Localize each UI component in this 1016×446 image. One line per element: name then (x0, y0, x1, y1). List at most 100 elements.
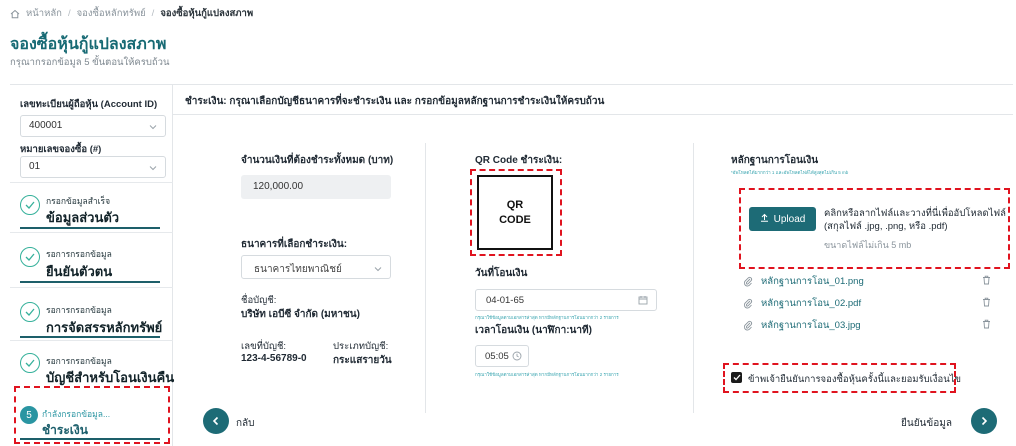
file-name[interactable]: หลักฐานการโอน_03.jpg (761, 318, 861, 333)
account-type-value: กระแสรายวัน (333, 355, 392, 366)
chevron-down-icon (374, 264, 382, 275)
upload-icon (760, 213, 769, 225)
column-divider (425, 143, 426, 413)
trash-icon[interactable] (982, 297, 991, 310)
bank-select[interactable]: ธนาคารไทยพาณิชย์ (241, 255, 391, 279)
check-circle-icon (20, 247, 40, 267)
breadcrumb: หน้าหลัก / จองซื้อหลักทรัพย์ / จองซื้อหุ… (10, 6, 253, 21)
page-subtitle: กรุณากรอกข้อมูล 5 ขั้นตอนให้ครบถ้วน (10, 57, 170, 68)
upload-button[interactable]: Upload (749, 207, 816, 231)
transfer-date-label: วันที่โอนเงิน (475, 268, 528, 279)
transfer-date-input[interactable]: 04-01-65 (475, 289, 657, 311)
account-id-value: 400001 (29, 120, 63, 131)
main-card: เลขทะเบียนผู้ถือหุ้น (Account ID) 400001… (10, 84, 1013, 446)
calendar-icon[interactable] (638, 295, 648, 308)
transfer-time-input[interactable]: 05:05 (475, 345, 529, 367)
page-title: จองซื้อหุ้นกู้แปลงสภาพ (10, 36, 167, 53)
step-refund-account[interactable]: รอการกรอกข้อมูล บัญชีสำหรับโอนเงินคืน (10, 340, 175, 386)
amount-field: 120,000.00 (241, 175, 391, 199)
step-status: รอการกรอกข้อมูล (46, 249, 112, 259)
breadcrumb-current: จองซื้อหุ้นกู้แปลงสภาพ (160, 8, 254, 19)
qr-label: QR Code ชำระเงิน: (475, 155, 563, 166)
account-name-value: บริษัท เอบีซี จำกัด (มหาชน) (241, 309, 360, 320)
upload-dropzone-text[interactable]: คลิกหรือลากไฟล์และวางที่นี่เพื่ออัปโหลดไ… (824, 207, 1006, 233)
payment-content: ชำระเงิน: กรุณาเลือกบัญชีธนาคารที่จะชำระ… (173, 85, 1013, 446)
next-button[interactable] (971, 408, 997, 434)
chevron-down-icon (149, 122, 157, 133)
account-id-select[interactable]: 400001 (20, 115, 166, 137)
confirm-data-label[interactable]: ยืนยันข้อมูล (901, 416, 952, 431)
step-verify-identity[interactable]: รอการกรอกข้อมูล ยืนยันตัวตน (10, 232, 173, 287)
qr-text: QR (506, 198, 524, 211)
step-underline (20, 336, 160, 338)
step-title: ยืนยันตัวตน (46, 264, 113, 279)
order-number-label: หมายเลขจองซื้อ (#) (20, 144, 102, 155)
step-underline (20, 227, 160, 229)
qr-text: CODE (499, 213, 531, 226)
check-circle-icon (20, 302, 40, 322)
divider (173, 114, 1013, 115)
file-name[interactable]: หลักฐานการโอน_02.pdf (761, 296, 861, 311)
transfer-time-hint: กรุณาใช้ข้อมูลตามเอกสารล่าสุด หากมีหลักฐ… (475, 372, 619, 377)
chevron-left-icon (212, 416, 219, 426)
transfer-date-hint: กรุณาใช้ข้อมูลตามเอกสารล่าสุด หากมีหลักฐ… (475, 315, 619, 320)
evidence-label: หลักฐานการโอนเงิน (731, 155, 819, 166)
transfer-date-value: 04-01-65 (486, 295, 525, 306)
step-underline (20, 438, 160, 440)
step-status: กรอกข้อมูลสำเร็จ (46, 196, 111, 206)
order-number-value: 01 (29, 161, 41, 172)
paperclip-icon (743, 298, 757, 309)
evidence-hint: *อัพโหลดได้มากกว่า 1 และอัพโหลดไฟล์ได้สู… (731, 170, 849, 175)
file-name[interactable]: หลักฐานการโอน_01.png (761, 274, 864, 289)
step-title: การจัดสรรหลักทรัพย์ (46, 320, 163, 335)
step-underline (20, 281, 160, 283)
file-item[interactable]: หลักฐานการโอน_02.pdf (743, 296, 991, 310)
file-item[interactable]: หลักฐานการโอน_03.jpg (743, 318, 991, 332)
breadcrumb-level2[interactable]: จองซื้อหลักทรัพย์ (77, 6, 146, 21)
step-status: รอการกรอกข้อมูล (46, 356, 112, 366)
chevron-down-icon (149, 163, 157, 174)
step-securities-allocation[interactable]: รอการกรอกข้อมูล การจัดสรรหลักทรัพย์ (10, 287, 173, 340)
check-circle-icon (20, 195, 40, 215)
transfer-time-label: เวลาโอนเงิน (นาฬิกา:นาที) (475, 325, 592, 336)
paperclip-icon (743, 320, 757, 331)
step-number-badge: 5 (20, 406, 38, 424)
step-status: กำลังกรอกข้อมูล... (42, 409, 111, 419)
back-label[interactable]: กลับ (236, 416, 255, 431)
bank-value: ธนาคารไทยพาณิชย์ (254, 264, 342, 275)
breadcrumb-home[interactable]: หน้าหลัก (26, 6, 62, 21)
account-id-label: เลขทะเบียนผู้ถือหุ้น (Account ID) (20, 99, 158, 110)
chevron-right-icon (981, 416, 988, 426)
confirm-label[interactable]: ข้าพเจ้ายืนยันการจองซื้อหุ้นครั้งนี้และย… (748, 372, 961, 387)
back-button[interactable] (203, 408, 229, 434)
account-type-label: ประเภทบัญชี: (333, 341, 389, 352)
column-divider (693, 143, 694, 413)
upload-button-label: Upload (773, 213, 806, 225)
payment-header: ชำระเงิน: กรุณาเลือกบัญชีธนาคารที่จะชำระ… (185, 96, 605, 107)
sidebar: เลขทะเบียนผู้ถือหุ้น (Account ID) 400001… (10, 85, 175, 446)
account-name-label: ชื่อบัญชี: (241, 295, 277, 306)
upload-file-types: (สกุลไฟล์ .jpg, .png, หรือ .pdf) (824, 221, 948, 232)
check-circle-icon (20, 353, 40, 373)
step-title: ข้อมูลส่วนตัว (46, 210, 120, 225)
breadcrumb-separator: / (67, 8, 71, 19)
step-title: บัญชีสำหรับโอนเงินคืน (46, 370, 175, 385)
step-personal-info[interactable]: กรอกข้อมูลสำเร็จ ข้อมูลส่วนตัว (10, 182, 173, 232)
trash-icon[interactable] (982, 319, 991, 332)
amount-label: จำนวนเงินที่ต้องชำระทั้งหมด (บาท) (241, 155, 394, 166)
file-item[interactable]: หลักฐานการโอน_01.png (743, 274, 991, 288)
step-status: รอการกรอกข้อมูล (46, 305, 112, 315)
account-number-value: 123-4-56789-0 (241, 353, 307, 364)
trash-icon[interactable] (982, 275, 991, 288)
upload-size-limit: ขนาดไฟล์ไม่เกิน 5 mb (824, 240, 912, 250)
breadcrumb-separator: / (151, 8, 155, 19)
order-number-select[interactable]: 01 (20, 156, 166, 178)
home-icon[interactable] (10, 9, 20, 19)
bank-label: ธนาคารที่เลือกชำระเงิน: (241, 239, 348, 250)
paperclip-icon (743, 276, 757, 287)
clock-icon[interactable] (512, 351, 522, 364)
confirm-checkbox[interactable] (731, 372, 742, 383)
qr-code: QR CODE (477, 175, 553, 250)
transfer-time-value: 05:05 (485, 351, 509, 362)
account-number-label: เลขที่บัญชี: (241, 341, 287, 352)
